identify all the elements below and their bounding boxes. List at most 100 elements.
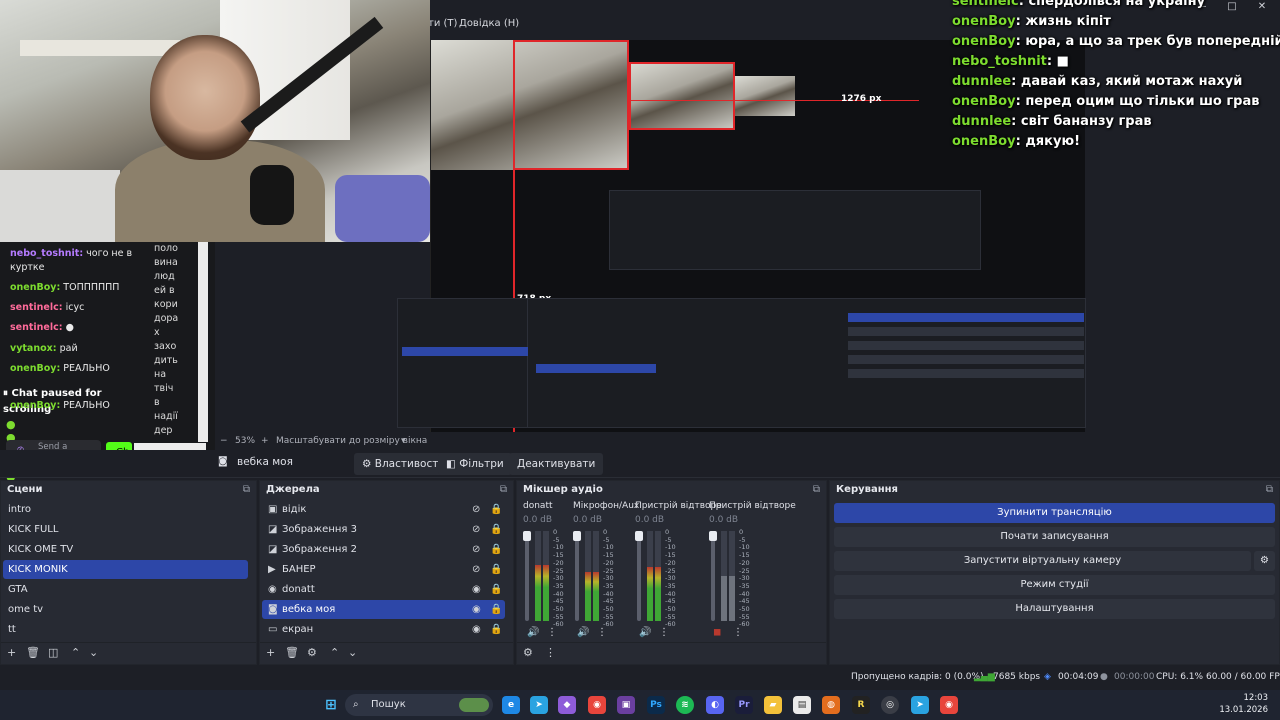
channel-menu-icon[interactable]: ⋮	[547, 627, 557, 638]
film-icon: ▣	[268, 504, 278, 515]
add-scene-button[interactable]: +	[7, 646, 16, 659]
copilot-icon[interactable]: ◆	[558, 696, 576, 714]
eye-icon[interactable]: ◉	[472, 620, 481, 639]
volume-fader[interactable]	[635, 531, 643, 621]
eye-hidden-icon[interactable]: ⊘	[472, 560, 480, 579]
move-down-button[interactable]: ⌄	[89, 646, 98, 659]
scene-filters-button[interactable]: ◫	[48, 646, 58, 659]
remove-source-button[interactable]: 🗑	[285, 646, 299, 659]
telegram-2-icon[interactable]: ➤	[911, 696, 929, 714]
lock-icon[interactable]: 🔒	[490, 620, 502, 639]
speaker-icon[interactable]: 🔊	[577, 627, 589, 638]
edge-icon[interactable]: e	[502, 696, 520, 714]
speaker-icon[interactable]: 🔊	[639, 627, 651, 638]
advanced-audio-button[interactable]: ⚙	[523, 646, 533, 659]
zoom-out-button[interactable]: −	[220, 432, 228, 450]
scene-item[interactable]: intro	[3, 500, 248, 519]
telegram-icon[interactable]: ➤	[530, 696, 548, 714]
source-item[interactable]: ◪ Зображення 2 ⊘ 🔒	[262, 540, 505, 559]
firefox-icon[interactable]: ◍	[822, 696, 840, 714]
scene-item[interactable]: KICK OME TV	[3, 540, 248, 559]
source-properties-button[interactable]: ⚙	[307, 646, 317, 659]
eye-hidden-icon[interactable]: ⊘	[472, 500, 480, 519]
deactivate-button[interactable]: Деактивувати	[509, 453, 604, 475]
source-item[interactable]: ▭ екран ◉ 🔒	[262, 620, 505, 639]
menu-tools[interactable]: ти (Т)	[428, 18, 457, 29]
windows-start-icon[interactable]: ⊞	[322, 696, 340, 714]
dropped-frames: Пропущено кадрів: 0 (0.0%)	[851, 672, 984, 682]
source-item[interactable]: ◙ вебка моя ◉ 🔒	[262, 600, 505, 619]
selection-box[interactable]	[513, 40, 629, 170]
lock-icon[interactable]: 🔒	[490, 540, 502, 559]
discord-icon[interactable]: ◐	[706, 696, 724, 714]
scene-item[interactable]: KICK FULL	[3, 520, 248, 539]
eye-icon[interactable]: ◉	[472, 580, 481, 599]
speaker-icon[interactable]: 🔊	[527, 627, 539, 638]
undock-icon[interactable]: ⧉	[813, 481, 820, 499]
remove-scene-button[interactable]: 🗑	[26, 646, 40, 659]
taskbar-search[interactable]: ⌕ Пошук	[345, 694, 493, 716]
undock-icon[interactable]: ⧉	[1266, 481, 1273, 499]
chrome-icon[interactable]: ◉	[588, 696, 606, 714]
move-up-button[interactable]: ⌃	[330, 646, 339, 659]
virtual-camera-settings-button[interactable]: ⚙	[1254, 551, 1275, 571]
source-item[interactable]: ▶ БАНЕР ⊘ 🔒	[262, 560, 505, 579]
move-down-button[interactable]: ⌄	[348, 646, 357, 659]
add-source-button[interactable]: +	[266, 646, 275, 659]
fader-handle[interactable]	[573, 531, 581, 541]
zoom-in-button[interactable]: +	[261, 432, 269, 450]
lock-icon[interactable]: 🔒	[490, 520, 502, 539]
obs-icon[interactable]: ◎	[881, 696, 899, 714]
channel-menu-icon[interactable]: ⋮	[659, 627, 669, 638]
volume-fader[interactable]	[573, 531, 581, 621]
properties-button[interactable]: ⚙ Властивості	[354, 453, 450, 475]
eye-hidden-icon[interactable]: ⊘	[472, 520, 480, 539]
lock-icon[interactable]: 🔒	[490, 560, 502, 579]
muted-icon[interactable]: ◼	[713, 627, 721, 638]
studio-mode-button[interactable]: Режим студії	[834, 575, 1275, 595]
eye-icon[interactable]: ◉	[472, 600, 481, 619]
scene-item[interactable]: GTA	[3, 580, 248, 599]
start-virtual-camera-button[interactable]: Запустити віртуальну камеру	[834, 551, 1251, 571]
scene-item[interactable]: KICK MONIK	[3, 560, 248, 579]
photoshop-icon[interactable]: Ps	[647, 696, 665, 714]
settings-button[interactable]: Налаштування	[834, 599, 1275, 619]
chat-text: ТОПППППП	[63, 282, 120, 293]
app-icon[interactable]: ▣	[617, 696, 635, 714]
chat-scrollbar[interactable]	[198, 242, 208, 442]
notepad-icon[interactable]: ▤	[793, 696, 811, 714]
channel-menu-icon[interactable]: ⋮	[733, 627, 743, 638]
source-item[interactable]: ◪ Зображення 3 ⊘ 🔒	[262, 520, 505, 539]
volume-fader[interactable]	[523, 531, 531, 621]
eye-hidden-icon[interactable]: ⊘	[472, 540, 480, 559]
fader-handle[interactable]	[635, 531, 643, 541]
start-recording-button[interactable]: Почати записування	[834, 527, 1275, 547]
channel-menu-icon[interactable]: ⋮	[597, 627, 607, 638]
fader-handle[interactable]	[523, 531, 531, 541]
status-bar: Пропущено кадрів: 0 (0.0%) ▂▄▆ 7685 kbps…	[0, 666, 1280, 688]
file-explorer-icon[interactable]: ▰	[764, 696, 782, 714]
stop-stream-button[interactable]: Зупинити трансляцію	[834, 503, 1275, 523]
scene-item[interactable]: tt	[3, 620, 248, 639]
lock-icon[interactable]: 🔒	[490, 580, 502, 599]
scene-item[interactable]: ome tv	[3, 600, 248, 619]
undock-icon[interactable]: ⧉	[243, 481, 250, 499]
move-up-button[interactable]: ⌃	[71, 646, 80, 659]
source-item[interactable]: ◉ donatt ◉ 🔒	[262, 580, 505, 599]
fader-handle[interactable]	[709, 531, 717, 541]
menu-help[interactable]: Довідка (Н)	[459, 18, 519, 29]
chat-username: onenBoy:	[10, 363, 61, 374]
chevron-down-icon[interactable]: ▾	[401, 432, 406, 450]
source-item[interactable]: ▣ відік ⊘ 🔒	[262, 500, 505, 519]
undock-icon[interactable]: ⧉	[500, 481, 507, 499]
premiere-icon[interactable]: Pr	[735, 696, 753, 714]
spotify-icon[interactable]: ≋	[676, 696, 694, 714]
lock-icon[interactable]: 🔒	[490, 600, 502, 619]
volume-fader[interactable]	[709, 531, 717, 621]
rockstar-icon[interactable]: R	[852, 696, 870, 714]
filters-button[interactable]: ◧ Фільтри	[438, 453, 512, 475]
chrome-2-icon[interactable]: ◉	[940, 696, 958, 714]
clock[interactable]: 12:03 13.01.2026	[1219, 692, 1268, 716]
mixer-menu-button[interactable]: ⋮	[545, 646, 556, 659]
lock-icon[interactable]: 🔒	[490, 500, 502, 519]
